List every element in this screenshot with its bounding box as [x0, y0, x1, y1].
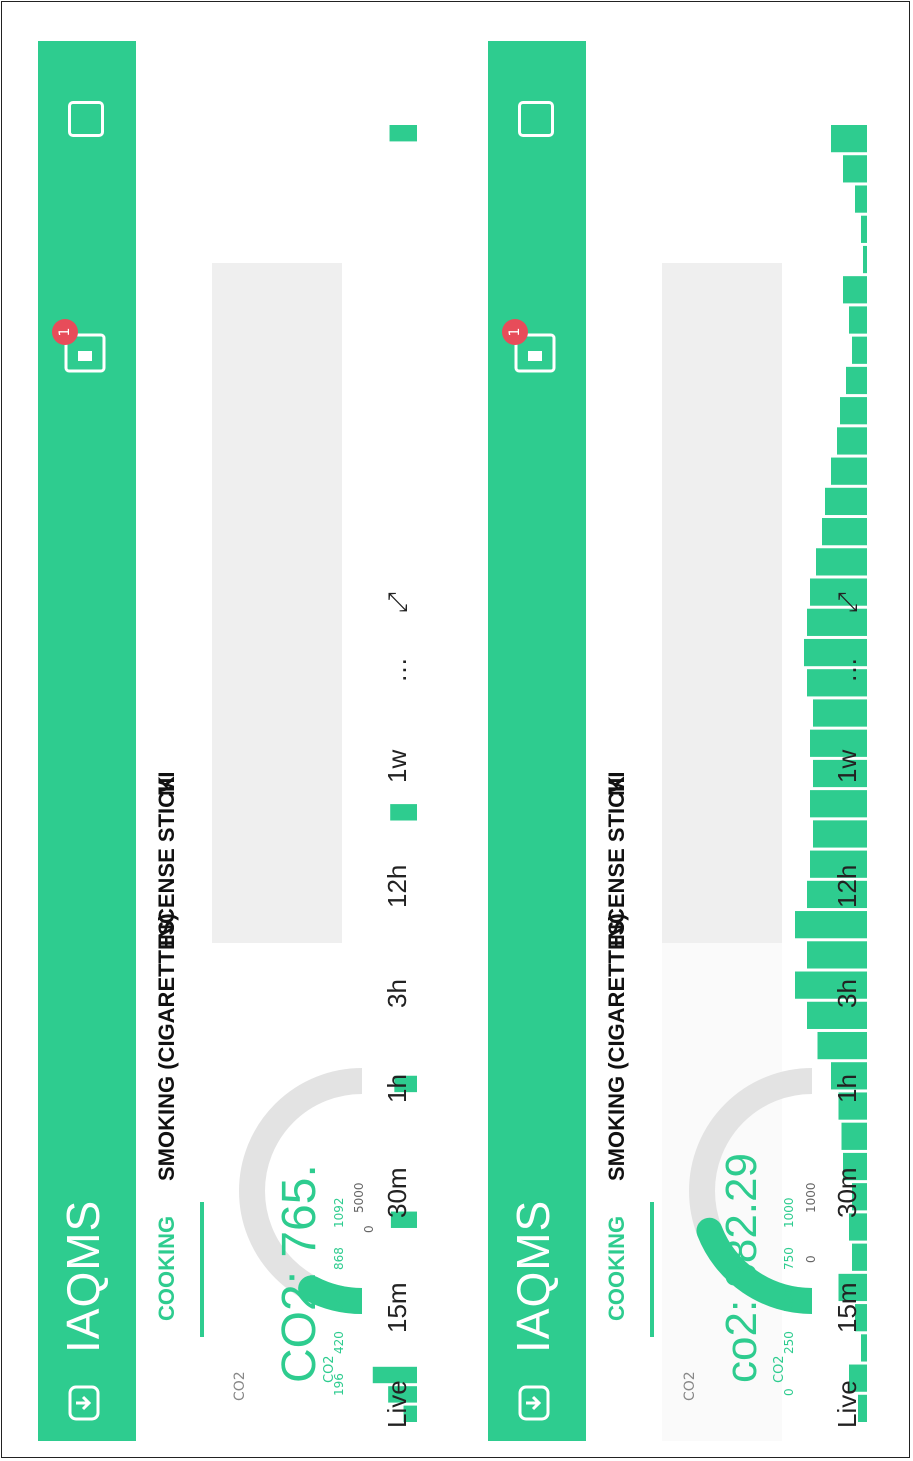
chart-bar	[804, 638, 867, 667]
tab-incense[interactable]: INCENSE STICK	[154, 776, 180, 946]
time-range-15m[interactable]: 15m	[832, 1282, 863, 1333]
device-icon[interactable]	[64, 1383, 104, 1423]
chart-bar	[840, 397, 867, 425]
y-tick-label: 196	[332, 1373, 346, 1396]
chart-bar	[837, 427, 867, 455]
chart-bar	[813, 820, 867, 848]
chart-bar	[831, 124, 867, 153]
chart-bar	[822, 518, 867, 546]
time-range-live[interactable]: Live	[832, 1380, 863, 1428]
time-range-1h[interactable]: 1h	[382, 1074, 413, 1103]
time-range-12h[interactable]: 12h	[832, 865, 863, 908]
tab-bar: COOKING SMOKING (CIGARETTES) INCENSE STI…	[586, 41, 658, 1441]
chart-bar	[861, 1334, 867, 1362]
chart-bar	[861, 215, 867, 243]
active-tab-indicator	[650, 1202, 654, 1337]
time-range-1w[interactable]: 1w	[832, 750, 863, 783]
y-tick-label: 1092	[332, 1197, 346, 1228]
time-range-3h[interactable]: 3h	[382, 979, 413, 1008]
phone-screen-1: IAQMS 1 COOKING SMOKING (CIGARETTES) INC…	[2, 2, 422, 1457]
chart-bar	[807, 669, 867, 697]
tab-cooking[interactable]: COOKING	[604, 1216, 630, 1321]
chart-bar	[843, 276, 867, 304]
chart-bar	[816, 548, 867, 576]
square-icon[interactable]	[518, 101, 554, 137]
tab-smoking[interactable]: SMOKING (CIGARETTES)	[604, 913, 630, 1181]
chart-bar	[813, 699, 867, 727]
time-range-15m[interactable]: 15m	[382, 1282, 413, 1333]
active-tab-indicator	[200, 1202, 204, 1337]
screenshot-frame: IAQMS 1 COOKING SMOKING (CIGARETTES) INC…	[1, 1, 910, 1458]
chart-bar	[843, 155, 867, 183]
app-bar: IAQMS 1	[38, 41, 136, 1441]
tab-more[interactable]: MI	[154, 772, 180, 796]
time-range-12h[interactable]: 12h	[382, 865, 413, 908]
time-range-3h[interactable]: 3h	[832, 979, 863, 1008]
y-tick-label: 750	[782, 1247, 796, 1270]
gauge-value: CO2: 765.	[273, 1164, 326, 1383]
empty-widget-area	[212, 263, 342, 943]
time-range-30m[interactable]: 30m	[832, 1167, 863, 1218]
time-range-1w[interactable]: 1w	[382, 750, 413, 783]
chart-bar	[810, 578, 867, 606]
chart-bar	[389, 124, 417, 142]
chart-bar	[825, 487, 867, 516]
phone-screen-2: IAQMS 1 COOKING SMOKING (CIGARETTES) INC…	[452, 2, 872, 1457]
device-icon[interactable]	[514, 1383, 554, 1423]
screen-divider	[422, 2, 452, 1457]
chart-bar	[841, 1122, 867, 1150]
chart-bar	[846, 366, 867, 395]
chart-bar	[795, 911, 867, 939]
y-tick-label: 500	[782, 1289, 796, 1312]
chart-bar	[390, 804, 418, 821]
app-title: IAQMS	[57, 1199, 109, 1353]
time-range-1h[interactable]: 1h	[832, 1074, 863, 1103]
y-tick-label: 644	[332, 1289, 346, 1312]
rotated-screens: IAQMS 1 COOKING SMOKING (CIGARETTES) INC…	[2, 2, 909, 1457]
chart-bar	[831, 457, 867, 485]
y-tick-label: 0	[782, 1388, 796, 1396]
notification-badge: 1	[52, 319, 78, 345]
chart-bar	[852, 1243, 867, 1271]
y-tick-label: 250	[782, 1331, 796, 1354]
app-title: IAQMS	[507, 1199, 559, 1353]
tab-cooking[interactable]: COOKING	[154, 1216, 180, 1321]
tab-more[interactable]: MI	[604, 772, 630, 796]
tab-incense[interactable]: INCENSE STICK	[604, 776, 630, 946]
chart-bar	[810, 790, 867, 818]
gauge-value: co2: 382.29	[717, 1153, 766, 1383]
empty-widget-area	[662, 263, 782, 943]
time-range-live[interactable]: Live	[382, 1380, 413, 1428]
chart-bar	[863, 245, 867, 274]
y-tick-label: 1000	[782, 1197, 796, 1228]
y-tick-label: 868	[332, 1247, 346, 1270]
notification-badge: 1	[502, 319, 528, 345]
app-bar: IAQMS 1	[488, 41, 586, 1441]
chart-bar	[849, 306, 867, 334]
chart-bar	[807, 941, 867, 969]
chart-bar	[817, 1031, 867, 1060]
chart-title: CO2	[772, 1355, 787, 1383]
chart-bar	[855, 185, 867, 213]
tab-smoking[interactable]: SMOKING (CIGARETTES)	[154, 913, 180, 1181]
time-range-30m[interactable]: 30m	[382, 1167, 413, 1218]
chart-bar	[807, 608, 867, 636]
tab-bar: COOKING SMOKING (CIGARETTES) INCENSE STI…	[136, 41, 208, 1441]
chart-bar	[852, 336, 867, 364]
y-tick-label: 420	[332, 1331, 346, 1354]
square-icon[interactable]	[68, 101, 104, 137]
